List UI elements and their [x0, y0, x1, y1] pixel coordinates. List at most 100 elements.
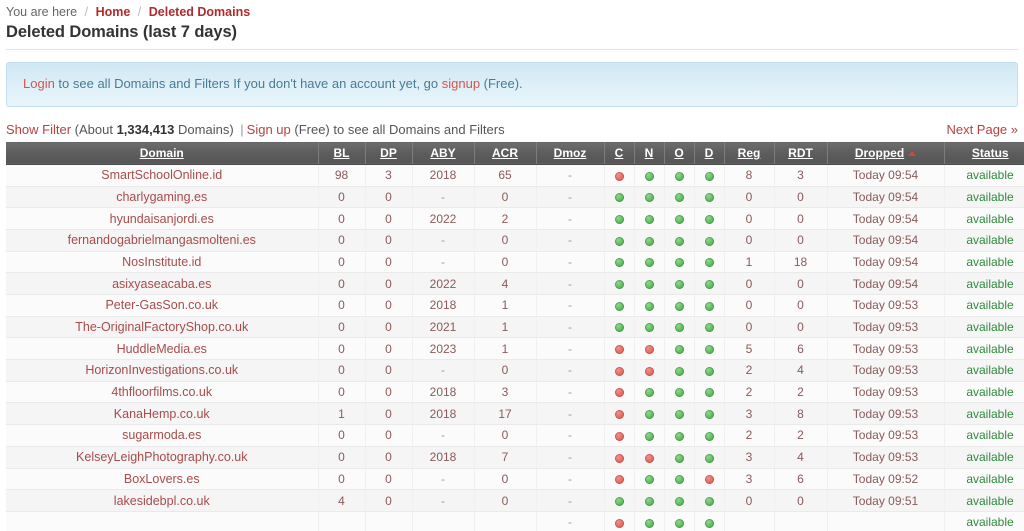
cell-c: [604, 424, 635, 447]
cell-bl: 0: [318, 359, 366, 382]
domain-link[interactable]: The-OriginalFactoryShop.co.uk: [75, 320, 248, 334]
column-header-aby[interactable]: ABY: [412, 141, 475, 165]
status-green-dot-icon: [644, 214, 654, 224]
table-row[interactable]: 4thfloorfilms.co.uk 0 0 2018 3-2 2 Today 09:53…: [6, 381, 1024, 404]
status-badge[interactable]: available: [966, 363, 1013, 377]
column-header-n[interactable]: N: [634, 141, 665, 165]
status-badge[interactable]: available: [966, 212, 1013, 226]
sign-up-link[interactable]: Sign up: [247, 122, 291, 137]
column-header-domain[interactable]: Domain: [6, 141, 319, 165]
domain-link[interactable]: sugarmoda.es: [122, 428, 201, 442]
column-header-label-acr[interactable]: ACR: [492, 146, 518, 160]
column-header-label-n[interactable]: N: [645, 146, 654, 160]
sort-ascending-icon[interactable]: [908, 151, 917, 157]
column-header-acr[interactable]: ACR: [474, 141, 537, 165]
column-header-dp[interactable]: DP: [365, 141, 413, 165]
status-green-dot-icon: [614, 301, 624, 311]
status-badge[interactable]: available: [966, 298, 1013, 312]
column-header-label-c[interactable]: C: [615, 146, 624, 160]
column-header-label-status[interactable]: Status: [972, 146, 1009, 160]
column-header-label-domain[interactable]: Domain: [140, 146, 184, 160]
cell-n: [634, 186, 665, 209]
status-badge[interactable]: available: [966, 407, 1013, 421]
table-row[interactable]: fernandogabrielmangasmolteni.es 0 0-0-0 0 To…: [6, 229, 1024, 252]
column-header-label-dp[interactable]: DP: [380, 146, 397, 160]
column-header-status[interactable]: Status: [944, 141, 1024, 165]
status-badge[interactable]: available: [966, 320, 1013, 334]
domain-link[interactable]: fernandogabrielmangasmolteni.es: [68, 233, 256, 247]
table-row[interactable]: Peter-GasSon.co.uk 0 0 2018 1-0 0 Today 09:53 a…: [6, 294, 1024, 317]
table-row[interactable]: sugarmoda.es 0 0-0-2 2 Today 09:53 available: [6, 424, 1024, 447]
status-badge[interactable]: available: [966, 472, 1013, 486]
status-green-dot-icon: [644, 496, 654, 506]
domain-link[interactable]: hyundaisanjordi.es: [110, 212, 214, 226]
table-row[interactable]: asixyaseacaba.es 0 0 2022 4-0 0 Today 09:54 ava…: [6, 272, 1024, 296]
table-row[interactable]: BoxLovers.es 0 0-0-3 6 Today 09:52 available: [6, 468, 1024, 491]
table-row[interactable]: KelseyLeighPhotography.co.uk 0 0 2018 7-3 4 To…: [6, 446, 1024, 469]
column-header-label-aby[interactable]: ABY: [430, 146, 455, 160]
status-badge[interactable]: available: [966, 342, 1013, 356]
column-header-d[interactable]: D: [694, 141, 725, 165]
column-header-label-dropped[interactable]: Dropped: [855, 146, 904, 160]
column-header-o[interactable]: O: [664, 141, 695, 165]
table-row[interactable]: - available: [6, 511, 1024, 531]
domain-link[interactable]: SmartSchoolOnline.id: [101, 168, 222, 182]
column-header-c[interactable]: C: [604, 141, 635, 165]
domain-link[interactable]: HuddleMedia.es: [117, 342, 207, 356]
status-green-dot-icon: [674, 301, 684, 311]
status-badge[interactable]: available: [966, 168, 1013, 182]
breadcrumb-link-home[interactable]: Home: [96, 5, 131, 19]
cell-dropped: Today 09:54: [827, 164, 945, 187]
breadcrumb-link-deleted-domains[interactable]: Deleted Domains: [149, 5, 250, 19]
status-badge[interactable]: available: [966, 450, 1013, 464]
domain-link[interactable]: KelseyLeighPhotography.co.uk: [76, 450, 247, 464]
column-header-label-d[interactable]: D: [705, 146, 714, 160]
cell-o: [664, 424, 695, 447]
domain-link[interactable]: KanaHemp.co.uk: [114, 407, 210, 421]
login-link[interactable]: Login: [23, 76, 55, 91]
column-header-dropped[interactable]: Dropped: [827, 141, 945, 165]
domain-link[interactable]: asixyaseacaba.es: [112, 277, 211, 291]
signup-link[interactable]: signup: [442, 76, 480, 91]
column-header-rdt[interactable]: RDT: [774, 141, 828, 165]
domain-link[interactable]: lakesidebpl.co.uk: [114, 494, 210, 508]
column-header-label-bl[interactable]: BL: [334, 146, 350, 160]
status-badge[interactable]: available: [966, 515, 1013, 529]
domain-link[interactable]: NosInstitute.id: [122, 255, 201, 269]
cell-domain: 4thfloorfilms.co.uk: [6, 381, 319, 404]
table-row[interactable]: KanaHemp.co.uk 1 0 2018 17 - 3 8 Today 09:53 avai…: [6, 402, 1024, 426]
status-badge[interactable]: available: [966, 385, 1013, 399]
cell-o: [664, 164, 695, 187]
column-header-label-o[interactable]: O: [674, 146, 683, 160]
domain-link[interactable]: 4thfloorfilms.co.uk: [111, 385, 212, 399]
status-badge[interactable]: available: [966, 277, 1013, 291]
domain-link[interactable]: HorizonInvestigations.co.uk: [85, 363, 238, 377]
domain-link[interactable]: BoxLovers.es: [124, 472, 200, 486]
table-row[interactable]: NosInstitute.id 0 0-0-1 18 Today 09:54 availa…: [6, 251, 1024, 274]
table-row[interactable]: charlygaming.es 0 0-0-0 0 Today 09:54 availab…: [6, 186, 1024, 209]
status-badge[interactable]: available: [966, 190, 1013, 204]
cell-o: [664, 251, 695, 274]
column-header-reg[interactable]: Reg: [724, 141, 775, 165]
column-header-label-rdt[interactable]: RDT: [788, 146, 813, 160]
domain-link[interactable]: Peter-GasSon.co.uk: [105, 298, 218, 312]
table-row[interactable]: lakesidebpl.co.uk 4 0-0-0 0 Today 09:51 avail…: [6, 489, 1024, 512]
table-row[interactable]: HorizonInvestigations.co.uk 0 0-0-2 4 Today …: [6, 359, 1024, 382]
column-header-dmoz[interactable]: Dmoz: [536, 141, 605, 165]
domain-link[interactable]: charlygaming.es: [116, 190, 207, 204]
table-row[interactable]: HuddleMedia.es 0 0 2023 1-5 6 Today 09:53 avail…: [6, 337, 1024, 361]
column-header-bl[interactable]: BL: [318, 141, 366, 165]
column-header-label-reg[interactable]: Reg: [738, 146, 761, 160]
status-badge[interactable]: available: [966, 233, 1013, 247]
table-row[interactable]: SmartSchoolOnline.id 98 3 2018 65-8 3 Today 09…: [6, 164, 1024, 187]
table-row[interactable]: The-OriginalFactoryShop.co.uk 0 0 2021 1-0 0 T…: [6, 316, 1024, 339]
show-filter-link[interactable]: Show Filter: [6, 122, 71, 137]
table-row[interactable]: hyundaisanjordi.es 0 0 2022 2-0 0 Today 09:54 a…: [6, 207, 1024, 230]
status-badge[interactable]: available: [966, 494, 1013, 508]
cell-bl: 0: [318, 468, 366, 491]
status-badge[interactable]: available: [966, 255, 1013, 269]
status-badge[interactable]: available: [966, 428, 1013, 442]
column-header-label-dmoz[interactable]: Dmoz: [554, 146, 587, 160]
breadcrumb-separator-2: /: [137, 5, 142, 19]
next-page-link[interactable]: Next Page »: [946, 122, 1018, 137]
